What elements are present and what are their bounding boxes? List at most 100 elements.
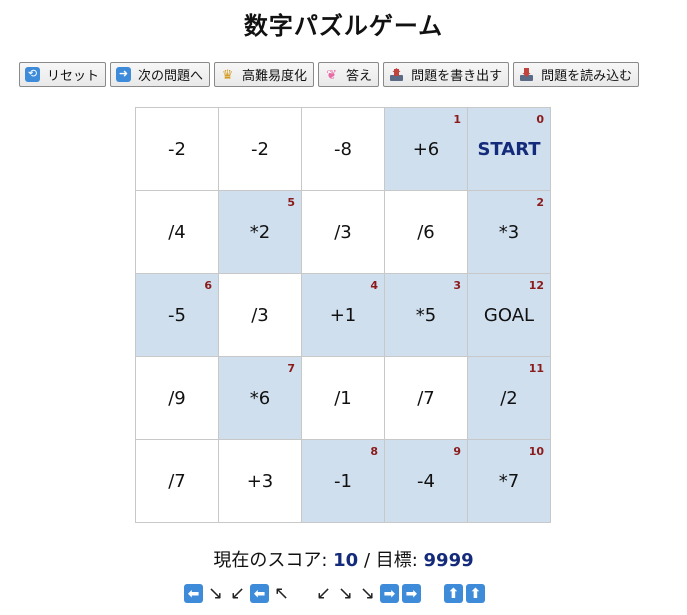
board-cell[interactable]: /3 [302,191,385,274]
left-arrow-icon: ⬅ [184,584,203,603]
right-arrow-icon: ➡ [380,584,399,603]
board-cell[interactable]: +6 1 [385,108,468,191]
cell-operation: -1 [334,470,352,492]
board-cell[interactable]: -1 8 [302,440,385,523]
repeat-icon: ⟲ [25,67,40,82]
step-number: 2 [536,196,544,209]
cell-operation: /7 [417,387,435,409]
cell-operation: -2 [251,138,269,160]
board-cell[interactable]: -2 [136,108,219,191]
cell-operation: /6 [417,221,435,243]
board-cell[interactable]: -2 [219,108,302,191]
step-number: 3 [453,279,461,292]
cell-operation: /9 [168,387,186,409]
board-cell[interactable]: -5 6 [136,274,219,357]
cell-operation: *3 [498,221,520,243]
arrow-right-icon: ➜ [116,67,132,82]
step-number: 6 [204,279,212,292]
cell-operation: *5 [415,304,437,326]
cell-operation: -2 [168,138,186,160]
up-left-arrow-icon: ↖ [273,582,290,604]
down-right-arrow-icon: ↘ [359,582,376,604]
down-left-arrow-icon: ↙ [229,582,246,604]
board-cell[interactable]: *2 5 [219,191,302,274]
score-line: 現在のスコア: 10 / 目標: 9999 [0,546,687,572]
board-cell[interactable]: /7 [136,440,219,523]
brain-icon: ❦ [326,67,337,82]
board-cell[interactable]: GOAL 12 [468,274,551,357]
cell-operation: /4 [168,221,186,243]
cell-operation: /7 [168,470,186,492]
board-cell[interactable]: *3 2 [468,191,551,274]
board-cell[interactable]: /3 [219,274,302,357]
step-number: 10 [528,445,544,458]
import-button[interactable]: 問題を読み込む [513,62,640,87]
export-button[interactable]: 問題を書き出す [383,62,510,87]
cell-operation: *7 [498,470,520,492]
cell-operation: +6 [412,138,440,160]
step-number: 11 [528,362,544,375]
board-cell[interactable]: /6 [385,191,468,274]
cell-operation: -5 [168,304,186,326]
board-cell[interactable]: /1 [302,357,385,440]
cell-operation: +3 [246,470,274,492]
reset-button-label: リセット [47,68,100,83]
cell-operation: START [477,138,541,160]
cell-operation: *6 [249,387,271,409]
right-arrow-icon: ➡ [402,584,421,603]
up-arrow-icon: ⬆ [466,584,485,603]
answer-button-label: 答え [346,68,373,83]
cell-operation: /3 [251,304,269,326]
answer-button[interactable]: ❦ 答え [318,62,380,87]
board-cell[interactable]: /7 [385,357,468,440]
board-cell[interactable]: START 0 [468,108,551,191]
import-button-label: 問題を読み込む [541,68,633,83]
step-number: 12 [528,279,544,292]
board-cell[interactable]: -8 [302,108,385,191]
board-cell[interactable]: *7 10 [468,440,551,523]
board-cell[interactable]: *5 3 [385,274,468,357]
cell-operation: +1 [329,304,357,326]
outbox-tray-icon [389,67,404,82]
crown-icon: ♛ [221,67,234,82]
target-score: 9999 [423,550,474,571]
cell-operation: GOAL [483,304,535,326]
down-right-arrow-icon: ↘ [207,582,224,604]
step-number: 7 [287,362,295,375]
board-cell[interactable]: /2 11 [468,357,551,440]
step-number: 8 [370,445,378,458]
harder-button[interactable]: ♛ 高難易度化 [214,62,315,87]
cell-operation: /3 [334,221,352,243]
down-right-arrow-icon: ↘ [337,582,354,604]
cell-operation: /1 [334,387,352,409]
down-left-arrow-icon: ↙ [315,582,332,604]
toolbar: ⟲ リセット ➜ 次の問題へ ♛ 高難易度化 ❦ 答え 問題を書き出す 問題を読… [19,62,640,87]
next-problem-button[interactable]: ➜ 次の問題へ [110,62,211,87]
target-label: / 目標: [358,550,424,571]
reset-button[interactable]: ⟲ リセット [19,62,107,87]
board-cell[interactable]: +1 4 [302,274,385,357]
puzzle-board: -2 -2 -8 +6 1 START 0/4 *2 5/3/6 *3 2 -5 6/3 +1 4 *5 3 GO… [135,107,551,523]
board-cell[interactable]: -4 9 [385,440,468,523]
step-number: 5 [287,196,295,209]
left-arrow-icon: ⬅ [250,584,269,603]
board-cell[interactable]: +3 [219,440,302,523]
step-number: 4 [370,279,378,292]
board-cell[interactable]: *6 7 [219,357,302,440]
step-number: 9 [453,445,461,458]
score-label: 現在のスコア: [213,550,334,571]
board-cell[interactable]: /9 [136,357,219,440]
cell-operation: -4 [417,470,435,492]
step-number: 0 [536,113,544,126]
board-cell[interactable]: /4 [136,191,219,274]
export-button-label: 問題を書き出す [411,68,503,83]
page-title: 数字パズルゲーム [243,12,444,40]
inbox-tray-icon [519,67,534,82]
cell-operation: *2 [249,221,271,243]
next-problem-button-label: 次の問題へ [138,68,204,83]
up-arrow-icon: ⬆ [444,584,463,603]
harder-button-label: 高難易度化 [242,68,308,83]
current-score: 10 [333,550,359,571]
cell-operation: -8 [334,138,352,160]
move-sequence: ⬅ ↘ ↙ ⬅ ↖ ↙ ↘ ↘ ➡ ➡ ⬆ ⬆ [184,584,488,603]
